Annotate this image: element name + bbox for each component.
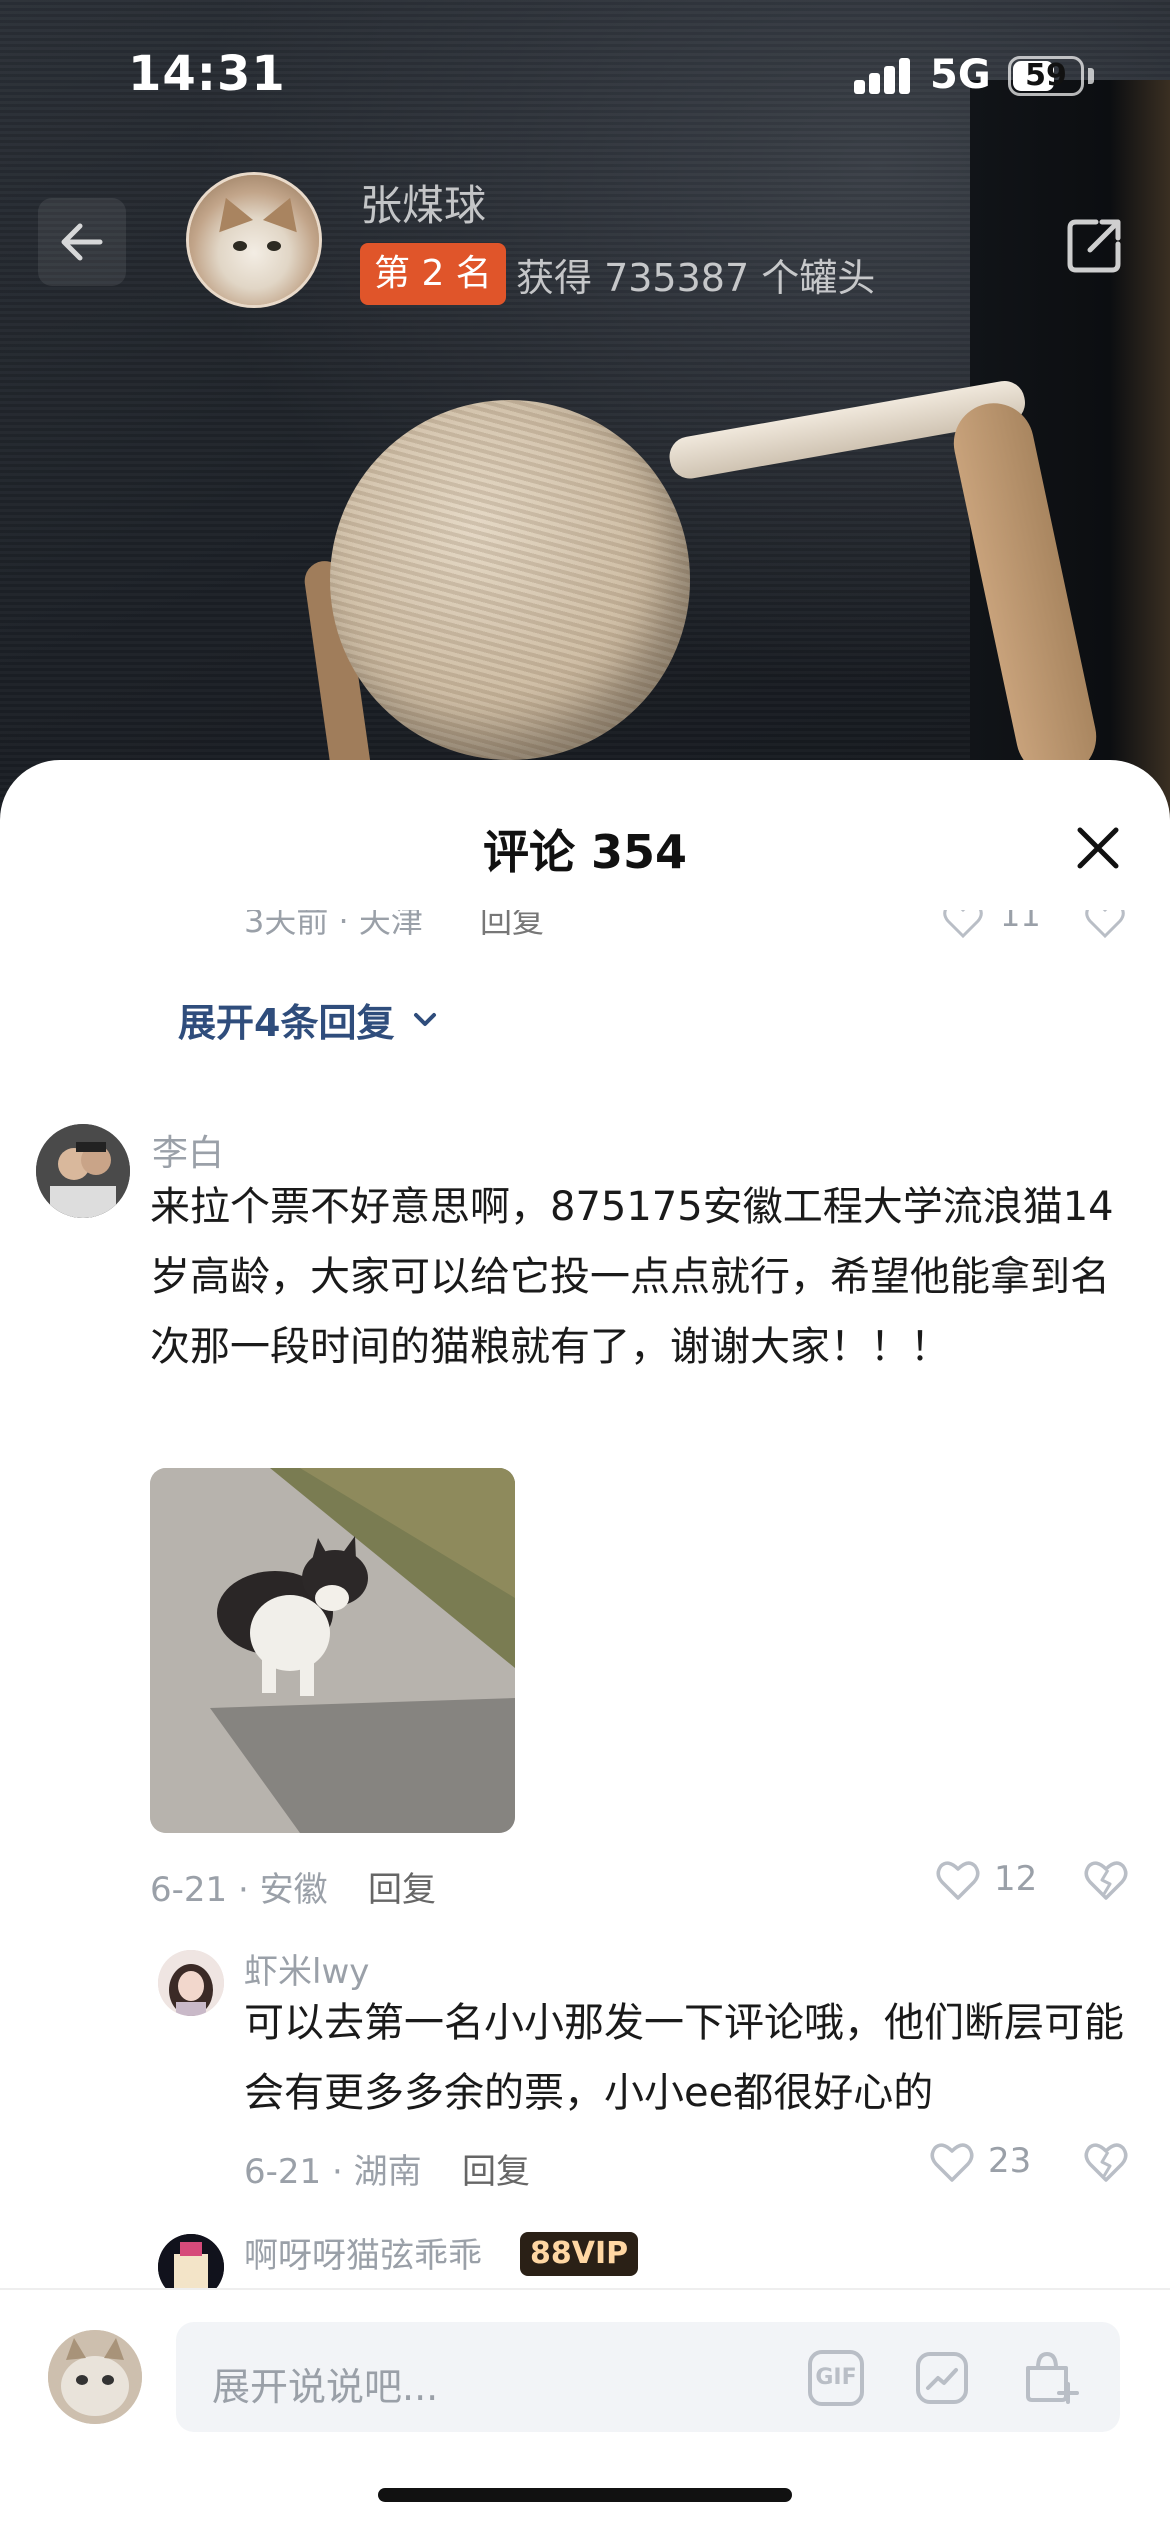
- close-button[interactable]: [1072, 822, 1124, 874]
- previous-reply-button[interactable]: 回复: [480, 910, 544, 942]
- reply-like-button[interactable]: 23: [928, 2138, 1031, 2184]
- home-indicator[interactable]: [378, 2488, 792, 2502]
- status-time: 14:31: [128, 46, 286, 102]
- battery-level: 59: [1025, 58, 1067, 93]
- sticker-button[interactable]: [914, 2350, 970, 2406]
- signal-icon: [854, 58, 914, 94]
- comment-input[interactable]: 展开说说吧... GIF: [176, 2322, 1120, 2432]
- reply-dislike-button[interactable]: [1082, 2138, 1130, 2184]
- cat-eye-left: [233, 241, 247, 251]
- vip-badge: 88VIP: [520, 2232, 639, 2276]
- profile-name[interactable]: 张煤球: [360, 172, 486, 233]
- back-button[interactable]: [38, 198, 126, 286]
- comment-reply-button[interactable]: 回复: [368, 1862, 436, 1911]
- heart-icon: [936, 1861, 980, 1900]
- gif-icon[interactable]: GIF: [808, 2350, 864, 2406]
- chevron-down-icon: [414, 1012, 437, 1026]
- comment-like-button[interactable]: 12: [934, 1856, 1037, 1902]
- comment-like-count: 12: [994, 1859, 1038, 1899]
- sisal-ball: [330, 400, 690, 760]
- avatar-photo: [158, 1950, 224, 2016]
- status-bar: 14:31 5G 59: [0, 0, 1170, 150]
- comment-photo[interactable]: [150, 1468, 515, 1833]
- avatar-photo: [36, 1124, 130, 1218]
- network-label: 5G: [930, 52, 991, 98]
- comments-title: 评论 354: [482, 825, 688, 879]
- expand-replies-button[interactable]: 展开4条回复: [178, 992, 440, 1047]
- share-icon: [1067, 219, 1121, 273]
- expand-replies-label: 展开4条回复: [178, 1001, 395, 1045]
- comment-input-placeholder: 展开说说吧...: [212, 2365, 439, 2409]
- reply2-author-name[interactable]: 啊呀呀猫弦乖乖: [244, 2228, 482, 2277]
- cat-photo: [150, 1468, 515, 1833]
- heart-icon: [930, 2143, 974, 2182]
- broken-heart-icon: [1084, 1861, 1128, 1900]
- avatar-photo: [48, 2330, 142, 2424]
- broken-heart-icon[interactable]: [1082, 910, 1128, 942]
- comment-date-location: 6-21 · 安徽: [150, 1870, 328, 1910]
- reply-date-location: 6-21 · 湖南: [244, 2152, 422, 2192]
- gift-button[interactable]: [1020, 2344, 1080, 2408]
- gift-add-icon: [1026, 2351, 1079, 2404]
- reply-author-avatar[interactable]: [158, 1950, 224, 2016]
- previous-like-count: 11: [1000, 910, 1041, 934]
- comment-author-name[interactable]: 李白: [152, 1124, 224, 1176]
- cat-eye-right: [267, 241, 281, 251]
- reply-author-name[interactable]: 虾米lwy: [244, 1944, 369, 1993]
- sticker-icon: [916, 2352, 968, 2404]
- previous-comment-date: 3天前 · 天津: [244, 910, 423, 940]
- comment-dislike-button[interactable]: [1082, 1856, 1130, 1902]
- back-arrow-icon: [61, 223, 103, 261]
- reply-like-count: 23: [988, 2141, 1032, 2181]
- reply-reply-button[interactable]: 回复: [462, 2144, 530, 2193]
- my-avatar[interactable]: [48, 2330, 142, 2424]
- previous-comment-meta: 3天前 · 天津 回复 11: [0, 910, 1170, 960]
- share-button[interactable]: [1060, 210, 1130, 280]
- close-icon: [1077, 827, 1119, 869]
- tins-count: 获得 735387 个罐头: [516, 256, 876, 300]
- comment-author-avatar[interactable]: [36, 1124, 130, 1218]
- heart-icon[interactable]: [940, 910, 986, 942]
- cat-face: [189, 175, 319, 305]
- battery-tip: [1088, 68, 1094, 84]
- comments-sheet: 评论 354 3天前 · 天津 回复 11 展开4条回复 李白 来拉个票不好意思…: [0, 760, 1170, 2532]
- comment-text: 来拉个票不好意思啊，875175安徽工程大学流浪猫14岁高龄，大家可以给它投一点…: [150, 1184, 1114, 1370]
- profile-avatar[interactable]: [186, 172, 322, 308]
- battery-icon: 59: [1008, 56, 1084, 96]
- rank-badge: 第 2 名: [360, 243, 506, 305]
- broken-heart-icon: [1084, 2143, 1128, 2182]
- reply-text: 可以去第一名小小那发一下评论哦，他们断层可能会有更多多余的票，小小ee都很好心的: [244, 2000, 1124, 2116]
